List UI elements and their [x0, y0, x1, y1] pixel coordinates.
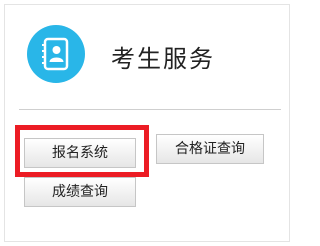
- page-title: 考生服务: [111, 45, 215, 73]
- certificate-query-button[interactable]: 合格证查询: [156, 134, 264, 164]
- score-query-button[interactable]: 成绩查询: [24, 177, 136, 207]
- student-services-logo: [27, 25, 85, 83]
- header-divider: [19, 109, 281, 110]
- panel-header: 考生服务: [5, 5, 289, 109]
- student-id-card-icon: [42, 37, 69, 71]
- registration-system-button[interactable]: 报名系统: [24, 138, 136, 168]
